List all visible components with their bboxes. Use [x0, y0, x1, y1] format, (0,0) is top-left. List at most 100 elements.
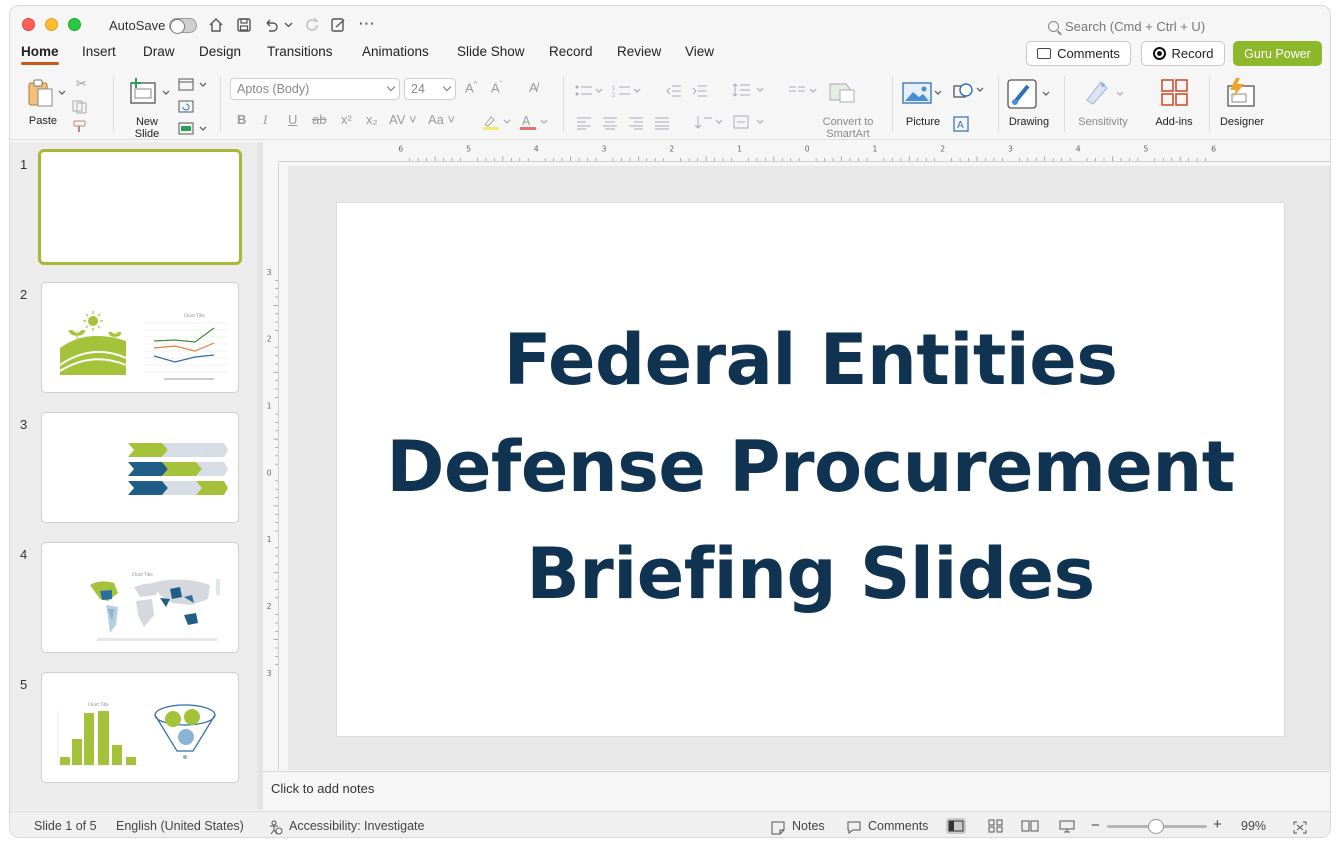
comments-toggle[interactable]: Comments	[868, 819, 928, 833]
font-size-select[interactable]: 24	[404, 78, 456, 100]
tab-draw[interactable]: Draw	[143, 44, 175, 59]
normal-view-button[interactable]	[946, 818, 966, 834]
character-spacing-icon[interactable]: AV ˅	[389, 112, 417, 127]
current-slide[interactable]: Federal Entities Defense Procurement Bri…	[337, 203, 1284, 736]
undo-icon[interactable]	[263, 17, 279, 33]
zoom-window-button[interactable]	[68, 18, 81, 31]
sensitivity-icon[interactable]	[1083, 78, 1123, 108]
save-icon[interactable]	[236, 17, 252, 33]
ruler-label: 3	[267, 268, 272, 277]
tab-slide-show[interactable]: Slide Show	[457, 44, 525, 59]
paste-icon[interactable]	[26, 78, 56, 108]
reading-view-button[interactable]	[1020, 818, 1040, 834]
increase-indent-icon[interactable]	[692, 84, 708, 98]
slide-thumbnails-panel[interactable]: 1 2 Chart Title 3 4 Chart Title 5 Chart …	[10, 142, 258, 810]
slide-show-view-button[interactable]	[1057, 818, 1077, 834]
home-icon[interactable]	[208, 17, 224, 33]
tab-view[interactable]: View	[685, 44, 714, 59]
layout-icon[interactable]	[178, 78, 208, 92]
customize-icon[interactable]	[330, 17, 347, 33]
more-icon[interactable]: ⋯	[358, 14, 376, 34]
change-case-icon[interactable]: Aa ˅	[428, 112, 455, 127]
underline-icon[interactable]: U	[288, 112, 297, 127]
designer-icon[interactable]	[1224, 76, 1258, 110]
decrease-font-icon[interactable]: Aˇ	[491, 80, 502, 95]
cut-icon[interactable]: ✂	[76, 76, 87, 92]
notes-toggle[interactable]: Notes	[792, 819, 825, 833]
language-indicator[interactable]: English (United States)	[116, 819, 244, 833]
highlight-icon[interactable]	[482, 114, 512, 130]
numbering-icon[interactable]: 12	[612, 84, 642, 98]
line-spacing-icon[interactable]	[732, 82, 766, 98]
tab-design[interactable]: Design	[199, 44, 241, 59]
justify-icon[interactable]	[654, 116, 670, 130]
tab-insert[interactable]: Insert	[82, 44, 116, 59]
tab-record[interactable]: Record	[549, 44, 593, 59]
bullets-icon[interactable]	[574, 84, 604, 98]
ruler-label: 5	[466, 145, 471, 154]
new-slide-icon[interactable]	[127, 77, 159, 107]
slide-thumbnail-5[interactable]: Chart Title	[41, 672, 239, 783]
accessibility-status[interactable]: Accessibility: Investigate	[289, 819, 424, 833]
drawing-icon[interactable]	[1006, 78, 1054, 112]
slide-thumbnail-1[interactable]	[38, 149, 242, 265]
record-button[interactable]: Record	[1141, 41, 1225, 66]
zoom-slider-knob[interactable]	[1148, 819, 1164, 834]
copy-icon[interactable]	[72, 100, 88, 114]
superscript-icon[interactable]: x²	[341, 112, 352, 127]
align-text-icon[interactable]	[732, 114, 766, 130]
tab-animations[interactable]: Animations	[362, 44, 429, 59]
convert-smartart-icon[interactable]	[828, 80, 858, 106]
tab-review[interactable]: Review	[617, 44, 661, 59]
strikethrough-icon[interactable]: ab	[312, 112, 326, 127]
bold-icon[interactable]: B	[237, 112, 246, 127]
zoom-out-button[interactable]: −	[1091, 817, 1100, 834]
font-color-icon[interactable]: A	[519, 114, 549, 130]
reset-slide-icon[interactable]	[178, 100, 196, 114]
undo-dropdown-icon[interactable]	[284, 21, 293, 29]
slide-thumbnail-3[interactable]	[41, 412, 239, 523]
search-box[interactable]: Search (Cmd + Ctrl + U)	[1048, 19, 1205, 34]
slide-title-line-1: Federal Entities	[503, 319, 1118, 401]
search-icon	[1048, 21, 1059, 32]
text-box-icon[interactable]: A	[953, 116, 969, 132]
slide-title[interactable]: Federal Entities Defense Procurement Bri…	[337, 307, 1284, 628]
slide-counter: Slide 1 of 5	[34, 819, 97, 833]
close-window-button[interactable]	[22, 18, 35, 31]
ruler-label: 3	[267, 669, 272, 678]
add-ins-icon[interactable]	[1160, 78, 1190, 108]
autosave-toggle[interactable]	[169, 18, 197, 34]
format-painter-icon[interactable]	[72, 120, 88, 134]
increase-font-icon[interactable]: A^	[465, 80, 477, 95]
tab-home[interactable]: Home	[21, 44, 59, 65]
decrease-indent-icon[interactable]	[666, 84, 682, 98]
clear-formatting-icon[interactable]: A̸	[529, 80, 538, 95]
comments-button[interactable]: Comments	[1026, 41, 1131, 66]
slide-5-preview: Chart Title	[57, 702, 216, 766]
record-icon	[1152, 47, 1166, 60]
section-icon[interactable]	[178, 122, 208, 136]
align-right-icon[interactable]	[628, 116, 644, 130]
paste-dropdown-icon[interactable]	[58, 90, 66, 96]
font-name-select[interactable]: Aptos (Body)	[230, 78, 400, 100]
tab-transitions[interactable]: Transitions	[267, 44, 333, 59]
zoom-level[interactable]: 99%	[1241, 819, 1266, 833]
minimize-window-button[interactable]	[45, 18, 58, 31]
italic-icon[interactable]: I	[263, 112, 267, 128]
text-direction-icon[interactable]	[694, 114, 724, 130]
redo-icon[interactable]	[304, 17, 320, 33]
columns-icon[interactable]	[788, 84, 818, 98]
slide-thumbnail-2[interactable]: Chart Title	[41, 282, 239, 393]
notes-pane[interactable]: Click to add notes	[263, 771, 1330, 810]
subscript-icon[interactable]: x₂	[366, 112, 378, 127]
fit-to-window-icon[interactable]	[1292, 820, 1308, 835]
align-center-icon[interactable]	[602, 116, 618, 130]
slide-sorter-view-button[interactable]	[986, 818, 1006, 834]
slide-thumbnail-4[interactable]: Chart Title	[41, 542, 239, 653]
guru-power-button[interactable]: Guru Power	[1233, 41, 1322, 66]
picture-icon[interactable]	[902, 82, 942, 106]
shapes-icon[interactable]	[952, 80, 986, 102]
new-slide-dropdown-icon[interactable]	[162, 90, 170, 96]
align-left-icon[interactable]	[576, 116, 592, 130]
zoom-in-button[interactable]: +	[1213, 816, 1222, 833]
